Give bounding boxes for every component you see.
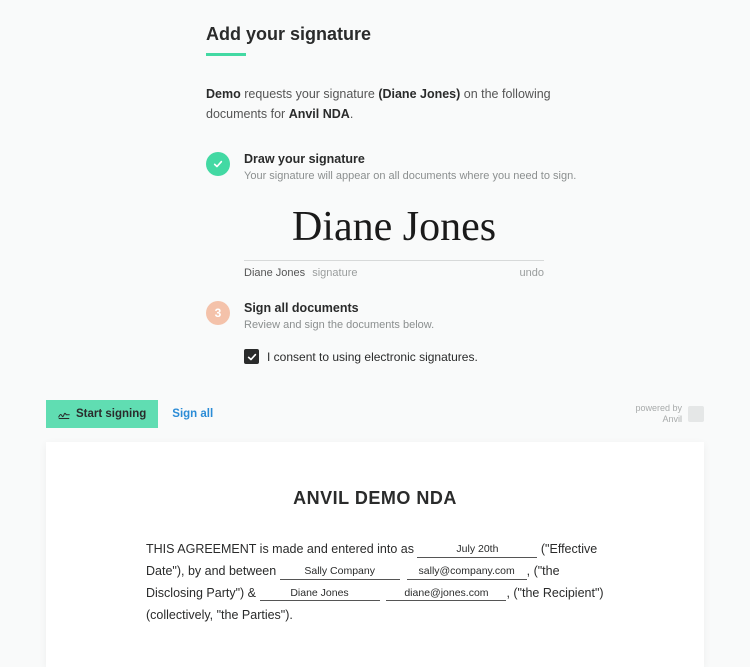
fill-recipient-email: diane@jones.com (386, 587, 506, 602)
step-number-badge: 3 (206, 301, 230, 325)
signature-label: signature (312, 267, 357, 279)
signature-name: Diane Jones (244, 267, 305, 279)
step-draw-title: Draw your signature (244, 152, 584, 166)
fill-disclosing-party: Sally Company (280, 565, 400, 580)
sign-all-link[interactable]: Sign all (172, 408, 213, 420)
intro-signer-name: (Diane Jones) (378, 87, 460, 101)
signature-icon (58, 408, 70, 420)
step-sign-title: Sign all documents (244, 301, 584, 315)
accent-bar (206, 53, 246, 56)
signature-rendered: Diane Jones (292, 206, 496, 248)
consent-label: I consent to using electronic signatures… (267, 350, 478, 364)
intro-text: Demo requests your signature (Diane Jone… (206, 84, 566, 124)
intro-requester: Demo (206, 87, 241, 101)
undo-button[interactable]: undo (520, 267, 544, 279)
start-signing-button[interactable]: Start signing (46, 400, 158, 428)
fill-effective-date: July 20th (417, 543, 537, 558)
document-body: THIS AGREEMENT is made and entered into … (146, 539, 604, 627)
anvil-logo-icon (688, 406, 704, 422)
step-draw-sub: Your signature will appear on all docume… (244, 168, 584, 185)
consent-checkbox[interactable] (244, 349, 259, 364)
page-title: Add your signature (206, 24, 750, 45)
check-icon (206, 152, 230, 176)
step-sign-sub: Review and sign the documents below. (244, 317, 584, 334)
intro-doc-name: Anvil NDA (289, 107, 350, 121)
fill-recipient-party: Diane Jones (260, 587, 380, 602)
fill-disclosing-email: sally@company.com (407, 565, 527, 580)
document-preview: ANVIL DEMO NDA THIS AGREEMENT is made an… (46, 442, 704, 667)
document-title: ANVIL DEMO NDA (146, 488, 604, 509)
powered-by: powered by Anvil (635, 403, 704, 425)
signature-canvas[interactable]: Diane Jones (244, 195, 544, 261)
